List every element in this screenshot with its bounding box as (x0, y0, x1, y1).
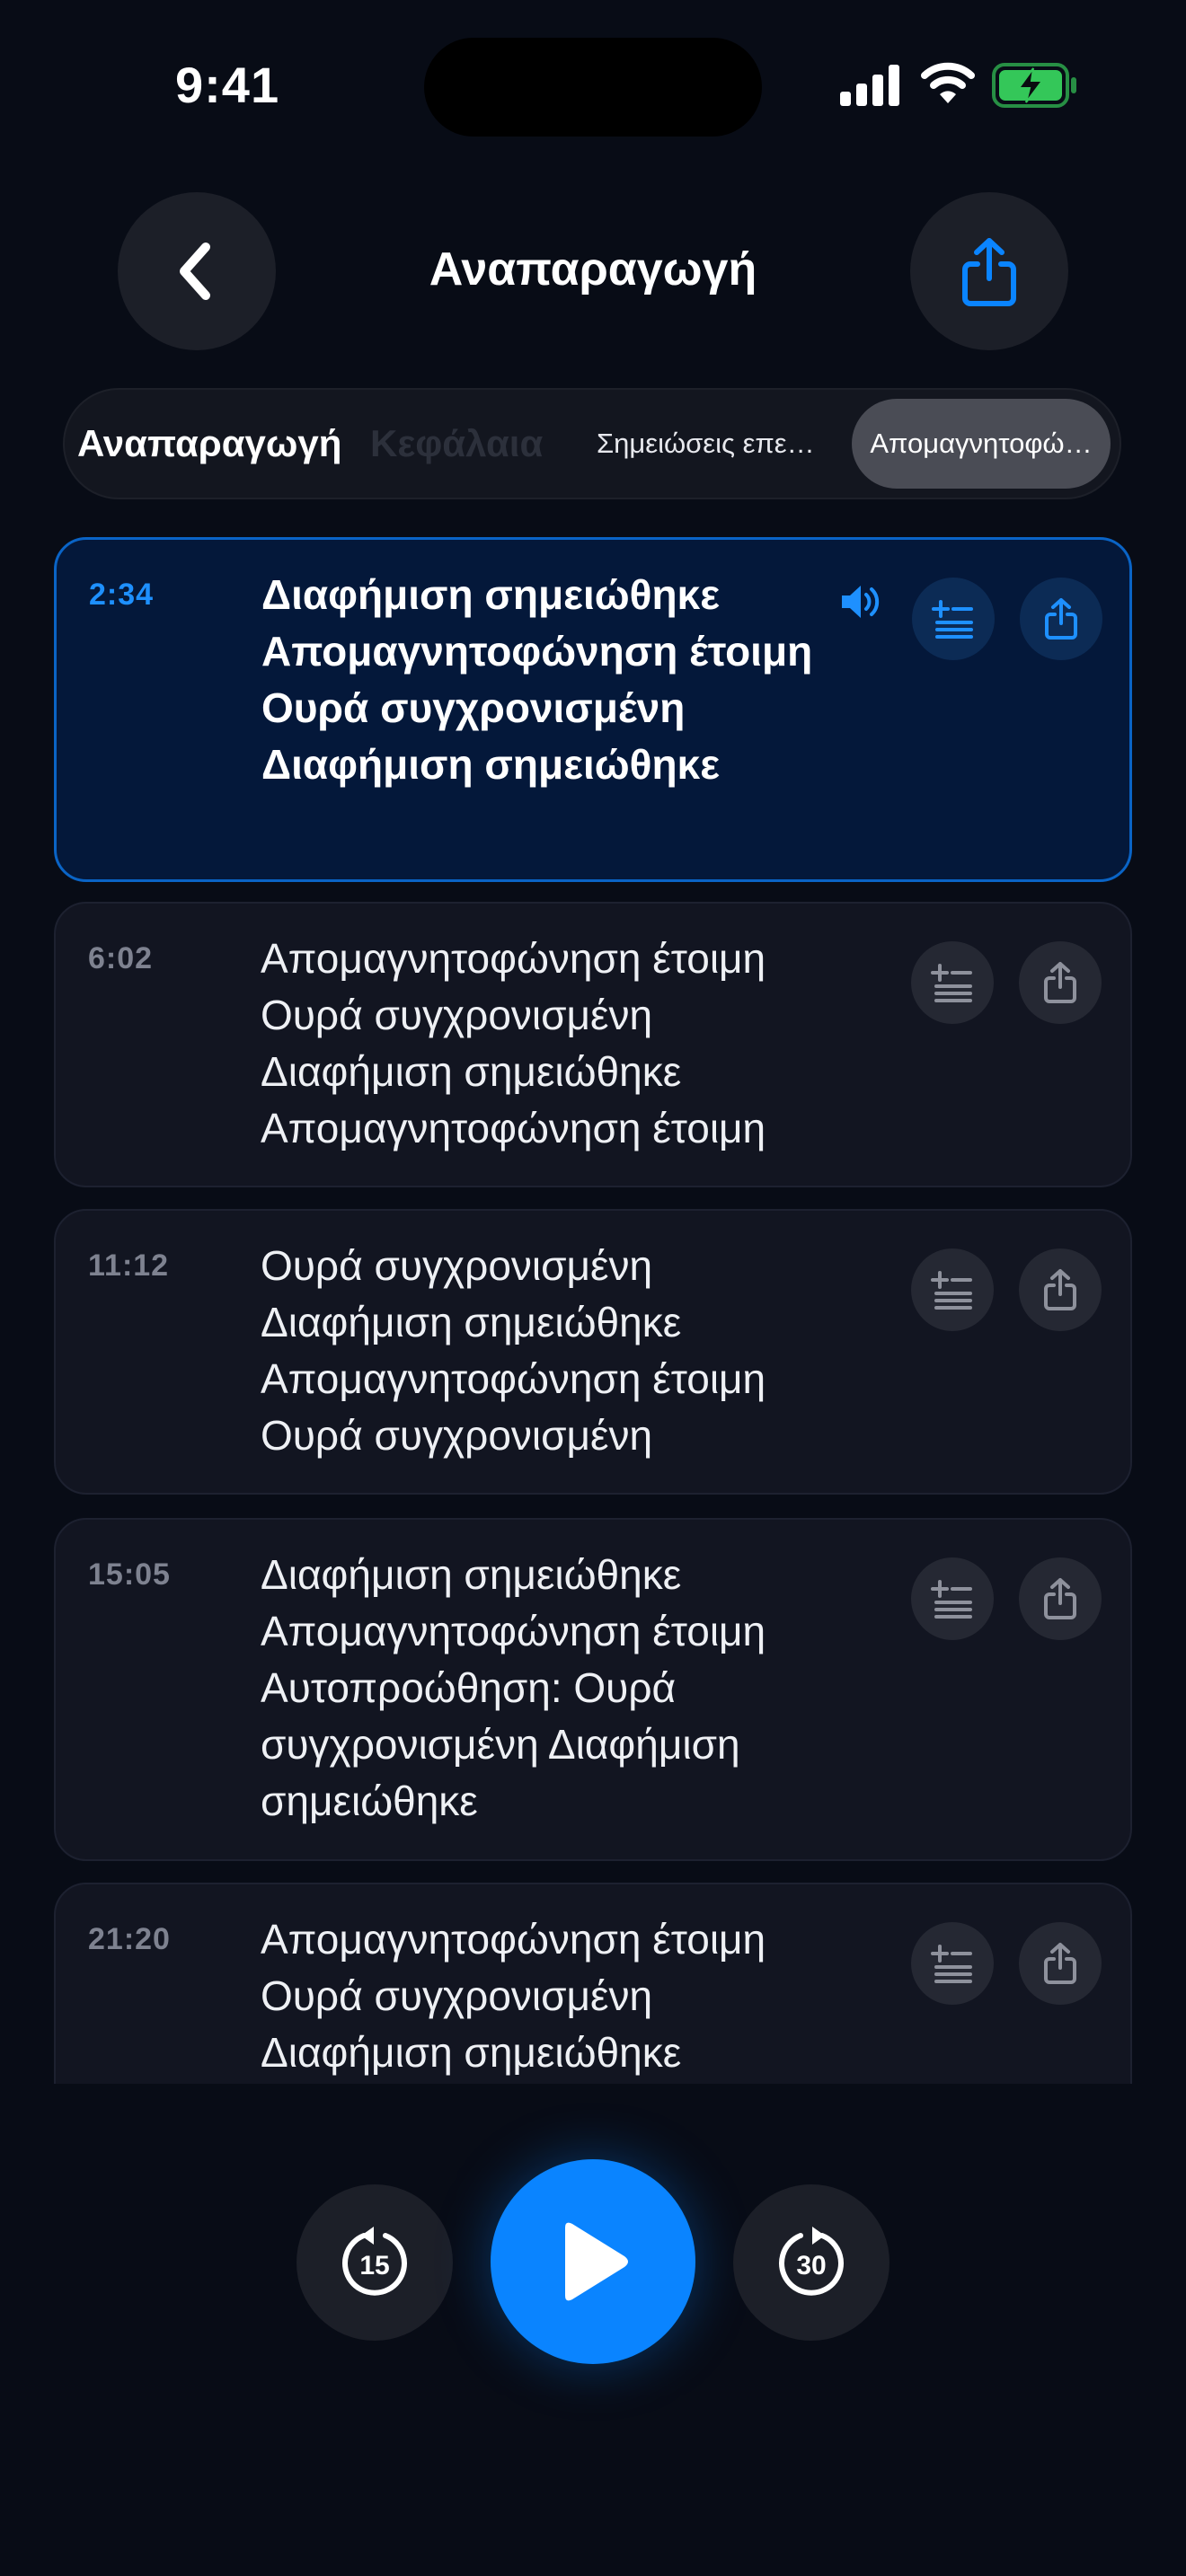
queue-add-icon (932, 600, 973, 639)
segmented-tabs: Αναπαραγωγή Κεφάλαια Σημειώσεις επε… Απο… (63, 388, 1121, 499)
queue-add-icon (931, 1580, 972, 1619)
add-to-queue-button[interactable] (912, 578, 995, 660)
add-to-queue-button[interactable] (911, 1248, 994, 1331)
add-to-queue-button[interactable] (911, 1922, 994, 2005)
dynamic-island (424, 38, 762, 137)
segment-text: Διαφήμιση σημειώθηκε Απομαγνητοφώνηση έτ… (261, 1551, 766, 1824)
share-icon (1044, 962, 1076, 1003)
segment-text: Απομαγνητοφώνηση έτοιμη Ουρά συγχρονισμέ… (261, 1916, 766, 2076)
add-to-queue-button[interactable] (911, 1557, 994, 1640)
segment-timestamp[interactable]: 21:20 (88, 1922, 171, 1957)
skip-back-seconds: 15 (359, 2251, 389, 2280)
tab-playback[interactable]: Αναπαραγωγή (77, 390, 341, 498)
transcript-segment[interactable]: 15:05 Διαφήμιση σημειώθηκε Απομαγνητοφών… (54, 1518, 1132, 1861)
cellular-signal-icon (840, 65, 899, 106)
transcript-segment[interactable]: 11:12 Ουρά συγχρονισμένη Διαφήμιση σημει… (54, 1209, 1132, 1495)
share-button[interactable] (910, 192, 1068, 350)
skip-back-button[interactable]: 15 (296, 2184, 453, 2341)
transcript-segment[interactable]: 2:34 Διαφήμιση σημειώθηκε Απομαγνητοφώνη… (54, 537, 1132, 882)
share-segment-button[interactable] (1019, 1248, 1102, 1331)
skip-forward-seconds: 30 (796, 2251, 826, 2280)
skip-back-icon: 15 (342, 2227, 407, 2296)
share-icon (1044, 1578, 1076, 1619)
segment-timestamp[interactable]: 11:12 (88, 1248, 169, 1284)
segment-text: Απομαγνητοφώνηση έτοιμη Ουρά συγχρονισμέ… (261, 935, 766, 1151)
share-icon (1044, 1943, 1076, 1984)
battery-charging-icon (992, 63, 1076, 108)
queue-add-icon (931, 1945, 972, 1983)
transcript-segment[interactable]: 21:20 Απομαγνητοφώνηση έτοιμη Ουρά συγχρ… (54, 1883, 1132, 2084)
tab-transcript[interactable]: Απομαγνητοφώ… (852, 399, 1111, 489)
wifi-icon (921, 62, 975, 103)
add-to-queue-button[interactable] (911, 941, 994, 1024)
segment-timestamp[interactable]: 15:05 (88, 1557, 171, 1592)
skip-forward-icon: 30 (779, 2227, 844, 2296)
queue-add-icon (931, 1271, 972, 1310)
status-time: 9:41 (175, 57, 280, 113)
share-segment-button[interactable] (1019, 1557, 1102, 1640)
queue-add-icon (931, 964, 972, 1002)
share-icon (1044, 1269, 1076, 1310)
share-icon (1045, 598, 1077, 640)
play-button[interactable] (491, 2159, 695, 2364)
speaker-playing-icon (842, 586, 880, 618)
transcript-list[interactable]: 2:34 Διαφήμιση σημειώθηκε Απομαγνητοφώνη… (54, 537, 1132, 2084)
transcript-segment[interactable]: 6:02 Απομαγνητοφώνηση έτοιμη Ουρά συγχρο… (54, 902, 1132, 1187)
segment-timestamp[interactable]: 6:02 (88, 941, 153, 976)
play-icon (565, 2222, 628, 2301)
share-segment-button[interactable] (1019, 1922, 1102, 2005)
segment-text: Διαφήμιση σημειώθηκε Απομαγνητοφώνηση έτ… (261, 571, 813, 788)
tab-chapters[interactable]: Κεφάλαια (370, 390, 543, 498)
share-segment-button[interactable] (1020, 578, 1102, 660)
skip-forward-button[interactable]: 30 (733, 2184, 890, 2341)
share-icon (962, 238, 1016, 306)
segment-text: Ουρά συγχρονισμένη Διαφήμιση σημειώθηκε … (261, 1242, 766, 1459)
segment-timestamp[interactable]: 2:34 (89, 578, 154, 613)
share-segment-button[interactable] (1019, 941, 1102, 1024)
